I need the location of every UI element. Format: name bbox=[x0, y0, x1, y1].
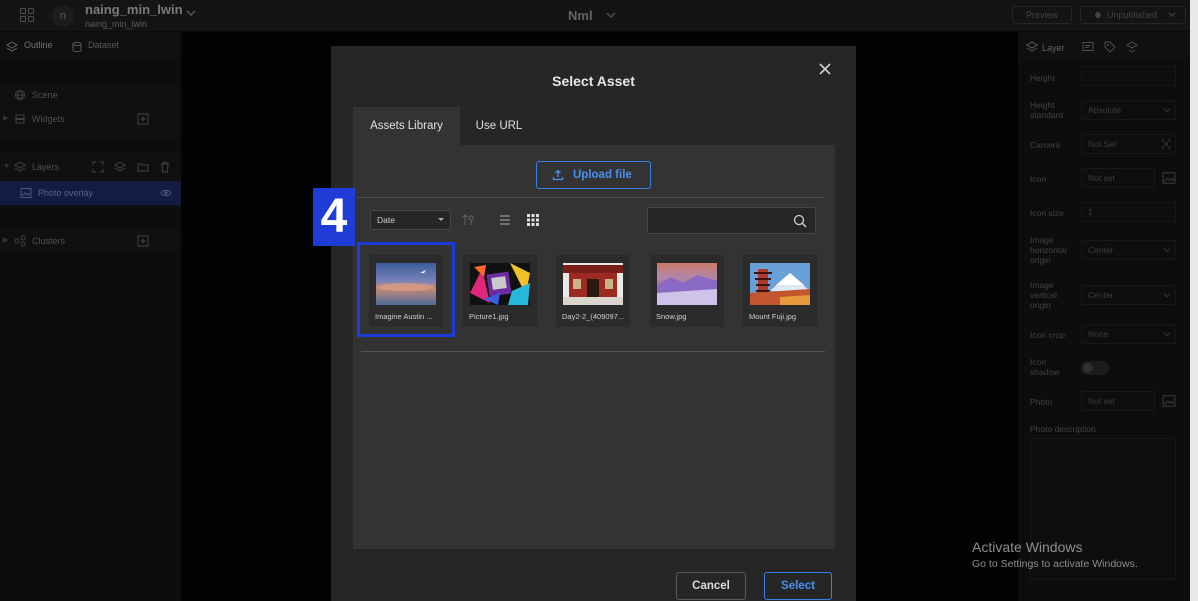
list-view-icon[interactable] bbox=[498, 213, 512, 227]
upload-icon bbox=[552, 169, 564, 181]
asset-name: Snow.jpg bbox=[656, 312, 687, 321]
sort-select[interactable]: Date bbox=[370, 210, 451, 230]
tab-assets-library[interactable]: Assets Library bbox=[353, 107, 460, 145]
asset-item[interactable]: Snow.jpg bbox=[650, 255, 724, 327]
asset-search-input[interactable] bbox=[654, 212, 784, 229]
assets-content: Upload file Date Imagine Austin ... Pict… bbox=[353, 145, 835, 549]
close-icon[interactable] bbox=[818, 62, 832, 76]
window-scrollbar[interactable] bbox=[1190, 0, 1198, 601]
asset-thumbnail bbox=[657, 263, 717, 305]
asset-name: Picture1.jpg bbox=[469, 312, 509, 321]
upload-file-label: Upload file bbox=[573, 169, 632, 181]
asset-thumbnail bbox=[470, 263, 530, 305]
asset-item[interactable]: Mount Fuji.jpg bbox=[743, 255, 817, 327]
watermark-subtitle: Go to Settings to activate Windows. bbox=[972, 558, 1138, 570]
app-root: n naing_min_lwin naing_min_lwin Nml Prev… bbox=[0, 0, 1198, 601]
asset-item[interactable]: Picture1.jpg bbox=[463, 255, 537, 327]
selection-highlight bbox=[357, 242, 455, 337]
caret-down-icon bbox=[438, 218, 444, 221]
cancel-button[interactable]: Cancel bbox=[676, 572, 746, 600]
asset-thumbnail bbox=[750, 263, 810, 305]
asset-name: Mount Fuji.jpg bbox=[749, 312, 797, 321]
divider bbox=[361, 351, 825, 352]
step-number-badge: 4 bbox=[313, 188, 355, 246]
select-asset-modal: Select Asset Assets Library Use URL Uplo… bbox=[331, 46, 856, 601]
tab-use-url[interactable]: Use URL bbox=[464, 107, 534, 145]
search-icon[interactable] bbox=[793, 214, 807, 228]
grid-view-icon[interactable] bbox=[526, 213, 540, 227]
asset-item[interactable]: Day2-2_(409097... bbox=[556, 255, 630, 327]
asset-thumbnail bbox=[563, 263, 623, 305]
sort-value: Date bbox=[377, 215, 395, 225]
asset-search-box[interactable] bbox=[647, 207, 816, 234]
watermark-title: Activate Windows bbox=[972, 539, 1083, 555]
modal-title: Select Asset bbox=[552, 73, 635, 89]
divider bbox=[357, 197, 825, 198]
asset-name: Day2-2_(409097... bbox=[562, 312, 625, 321]
select-button[interactable]: Select bbox=[764, 572, 832, 600]
sort-order-icon[interactable] bbox=[461, 213, 475, 227]
activate-windows-watermark: Activate Windows Go to Settings to activ… bbox=[972, 539, 1138, 570]
upload-file-button[interactable]: Upload file bbox=[536, 161, 651, 189]
